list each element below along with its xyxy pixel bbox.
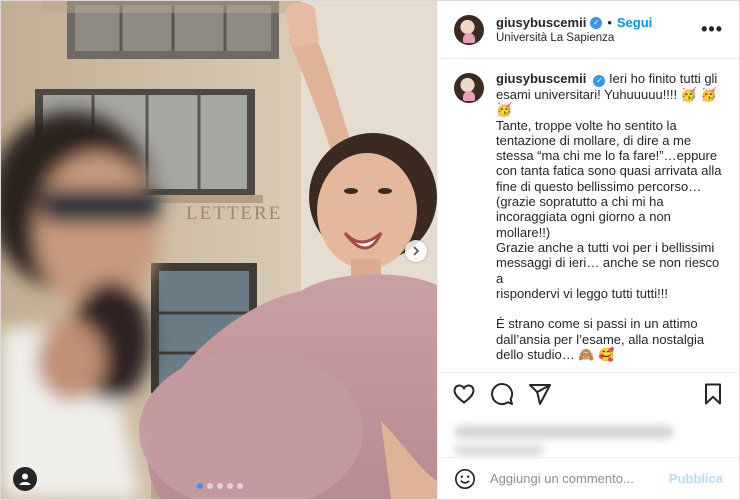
separator-dot: • <box>607 15 612 30</box>
carousel-dot <box>197 483 203 489</box>
carousel-dot <box>227 483 233 489</box>
instagram-post: LETTERE giusybuscemii ✓ • Segui Universi… <box>0 0 740 500</box>
wall-sign-text: LETTERE <box>186 203 282 224</box>
location-link[interactable]: Università La Sapienza <box>496 32 697 44</box>
caption: giusybuscemii ✓ Ieri ho finito tutti gli … <box>496 71 723 372</box>
heart-icon[interactable] <box>452 382 476 406</box>
user-icon <box>19 473 31 485</box>
carousel-indicator <box>197 483 243 489</box>
verified-badge-icon: ✓ <box>593 75 606 87</box>
comment-box: Pubblica <box>438 457 739 499</box>
more-options-button[interactable]: ••• <box>697 19 727 40</box>
carousel-dot <box>207 483 213 489</box>
post-sidebar: giusybuscemii ✓ • Segui Università La Sa… <box>437 1 739 499</box>
username-link[interactable]: giusybuscemii <box>496 15 586 30</box>
carousel-dot <box>217 483 223 489</box>
likes-summary-blurred <box>438 415 739 457</box>
comment-input[interactable] <box>488 470 669 487</box>
blurred-likes-bar <box>454 425 674 439</box>
post-photo[interactable]: LETTERE <box>1 1 437 499</box>
action-bar <box>438 372 739 415</box>
publish-button[interactable]: Pubblica <box>669 471 723 486</box>
bookmark-icon[interactable] <box>701 382 725 406</box>
post-header: giusybuscemii ✓ • Segui Università La Sa… <box>438 1 739 59</box>
photo-scene: LETTERE <box>1 1 437 499</box>
caption-avatar[interactable] <box>454 73 484 103</box>
share-icon[interactable] <box>528 382 552 406</box>
avatar[interactable] <box>454 14 484 45</box>
caption-area: giusybuscemii ✓ Ieri ho finito tutti gli … <box>438 59 739 372</box>
emoji-icon[interactable] <box>454 468 476 490</box>
caption-username[interactable]: giusybuscemii <box>496 71 586 86</box>
caption-text: Ieri ho finito tutti gli esami universit… <box>496 71 722 363</box>
verified-badge-icon: ✓ <box>590 16 603 29</box>
tagged-users-button[interactable] <box>13 467 37 491</box>
comment-icon[interactable] <box>490 382 514 406</box>
blurred-date-bar <box>454 445 544 455</box>
chevron-right-icon <box>413 246 420 256</box>
carousel-dot <box>237 483 243 489</box>
follow-button[interactable]: Segui <box>617 15 652 30</box>
carousel-next-button[interactable] <box>405 240 427 262</box>
